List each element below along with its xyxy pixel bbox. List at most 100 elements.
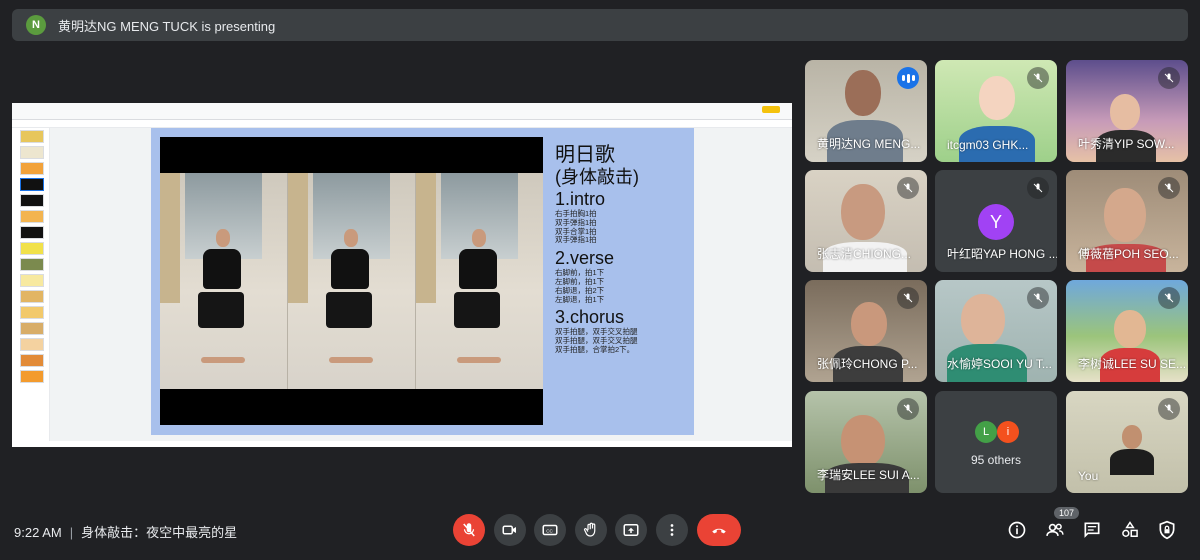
mic-off-icon (463, 523, 475, 537)
participant-name: 叶红昭YAP HONG ... (947, 247, 1057, 261)
others-count-label: 95 others (970, 453, 1022, 467)
participant-tile[interactable]: 黄明达NG MENG... (805, 60, 927, 162)
others-tile[interactable]: L i 95 others (935, 391, 1057, 493)
participant-avatar: L (975, 421, 997, 443)
slide-thumbnail (20, 306, 44, 319)
speaking-indicator-icon (897, 67, 919, 89)
shield-lock-icon (1159, 520, 1175, 540)
camera-toggle-button[interactable] (494, 514, 526, 546)
slide-canvas: 明日歌 (身体敲击) 1.intro 右手拍胸1拍 双手弹指1拍 双手合掌1拍 … (50, 128, 792, 441)
raise-hand-button[interactable] (575, 514, 607, 546)
info-icon (1008, 521, 1026, 539)
separator: | (69, 525, 74, 540)
mic-muted-icon (1027, 177, 1049, 199)
participant-name: 张佩玲CHONG P... (817, 357, 918, 371)
slide-thumbnail (20, 194, 44, 207)
slide-line: 双手拍腿，合掌拍2下。 (555, 344, 635, 354)
mic-muted-icon (897, 398, 919, 420)
activities-button[interactable] (1118, 518, 1142, 542)
slide-thumbnail (20, 274, 44, 287)
people-icon (1046, 523, 1064, 536)
slide-section-heading: 2.verse (555, 248, 615, 269)
more-vertical-icon (670, 524, 674, 536)
participant-name: You (1078, 469, 1099, 483)
present-screen-icon (623, 524, 639, 536)
meeting-details-button[interactable] (1005, 518, 1029, 542)
slide-thumbnail (20, 354, 44, 367)
people-button[interactable] (1043, 518, 1067, 542)
slide-thumbnail (20, 226, 44, 239)
slide-thumbnail (20, 290, 44, 303)
presenting-banner: N 黄明达NG MENG TUCK is presenting (12, 9, 1188, 41)
participant-name: 黄明达NG MENG... (817, 137, 921, 151)
closed-captions-icon: CC (542, 524, 558, 536)
participant-avatar: Y (978, 204, 1014, 240)
presentation-stage[interactable]: 明日歌 (身体敲击) 1.intro 右手拍胸1拍 双手弹指1拍 双手合掌1拍 … (12, 103, 792, 447)
chat-button[interactable] (1080, 518, 1104, 542)
slides-format-toolbar (12, 120, 792, 128)
participant-tile[interactable]: 李树诚LEE SU SE... (1066, 280, 1188, 382)
participant-tile[interactable]: 张佩玲CHONG P... (805, 280, 927, 382)
video-panel (160, 173, 288, 389)
slide-section-heading: 3.chorus (555, 307, 625, 328)
participant-tile[interactable]: 叶秀清YIP SOW... (1066, 60, 1188, 162)
participant-tile[interactable]: 李瑞安LEE SUI A... (805, 391, 927, 493)
svg-text:CC: CC (546, 528, 553, 533)
meeting-controls-bar: 9:22 AM | 身体敲击：夜空中最亮的星 CC 107 (0, 502, 1200, 560)
slide-thumbnail (20, 338, 44, 351)
participant-name: 李树诚LEE SU SE... (1078, 357, 1187, 371)
slide-line: 左脚退，拍1下 (555, 294, 605, 304)
mic-muted-icon (1158, 287, 1180, 309)
slide-thumbnail (20, 178, 44, 191)
video-camera-icon (502, 525, 516, 535)
activities-shapes-icon (1122, 521, 1138, 537)
clock-time: 9:22 AM (14, 525, 62, 540)
leave-call-button[interactable] (697, 514, 741, 546)
slide-thumbnail (20, 370, 44, 383)
slide-line: 双手弹指1拍 (555, 235, 597, 245)
participant-name: 叶秀清YIP SOW... (1078, 137, 1175, 151)
slide-subtitle: (身体敲击) (555, 167, 639, 187)
participant-avatar: i (997, 421, 1019, 443)
mic-muted-icon (1158, 67, 1180, 89)
video-panel (416, 173, 543, 389)
slide-thumbnail (20, 130, 44, 143)
participant-tile[interactable]: 张志清CHIONG... (805, 170, 927, 272)
slide-title: 明日歌 (555, 144, 615, 166)
slide-thumbnail (20, 146, 44, 159)
mic-muted-icon (1027, 287, 1049, 309)
microphone-toggle-button[interactable] (453, 514, 485, 546)
meeting-title: 身体敲击：夜空中最亮的星 (81, 525, 238, 540)
video-frame (160, 173, 543, 389)
slide-thumbnail (20, 162, 44, 175)
slide-thumbnail (20, 242, 44, 255)
participant-name: 傅薇蓓POH SEO... (1078, 247, 1179, 261)
slide-thumbnail (20, 258, 44, 271)
share-button-mini (762, 106, 780, 113)
mic-muted-icon (1158, 398, 1180, 420)
presenter-avatar: N (26, 15, 46, 35)
slide-section-heading: 1.intro (555, 189, 606, 209)
self-tile[interactable]: You (1066, 391, 1188, 493)
participant-name: 水愉婷SOOI YU T... (947, 357, 1052, 371)
captions-button[interactable]: CC (534, 514, 566, 546)
participant-name: 李瑞安LEE SUI A... (817, 468, 920, 482)
participant-tile[interactable]: Y 叶红昭YAP HONG ... (935, 170, 1057, 272)
video-panel (288, 173, 416, 389)
mic-muted-icon (1027, 67, 1049, 89)
present-now-button[interactable] (615, 514, 647, 546)
host-controls-button[interactable] (1155, 518, 1179, 542)
mic-muted-icon (897, 177, 919, 199)
current-slide: 明日歌 (身体敲击) 1.intro 右手拍胸1拍 双手弹指1拍 双手合掌1拍 … (151, 128, 694, 435)
more-options-button[interactable] (656, 514, 688, 546)
participant-count-badge: 107 (1054, 507, 1080, 519)
participant-tile[interactable]: 傅薇蓓POH SEO... (1066, 170, 1188, 272)
slide-text-block: 明日歌 (身体敲击) 1.intro 右手拍胸1拍 双手弹指1拍 双手合掌1拍 … (555, 144, 691, 355)
slides-filmstrip (12, 128, 50, 441)
slide-thumbnail (20, 322, 44, 335)
hang-up-icon (712, 528, 726, 534)
presenting-text: 黄明达NG MENG TUCK is presenting (58, 18, 276, 34)
participant-tile[interactable]: itcgm03 GHK... (935, 60, 1057, 162)
hand-icon (583, 522, 596, 537)
participant-tile[interactable]: 水愉婷SOOI YU T... (935, 280, 1057, 382)
